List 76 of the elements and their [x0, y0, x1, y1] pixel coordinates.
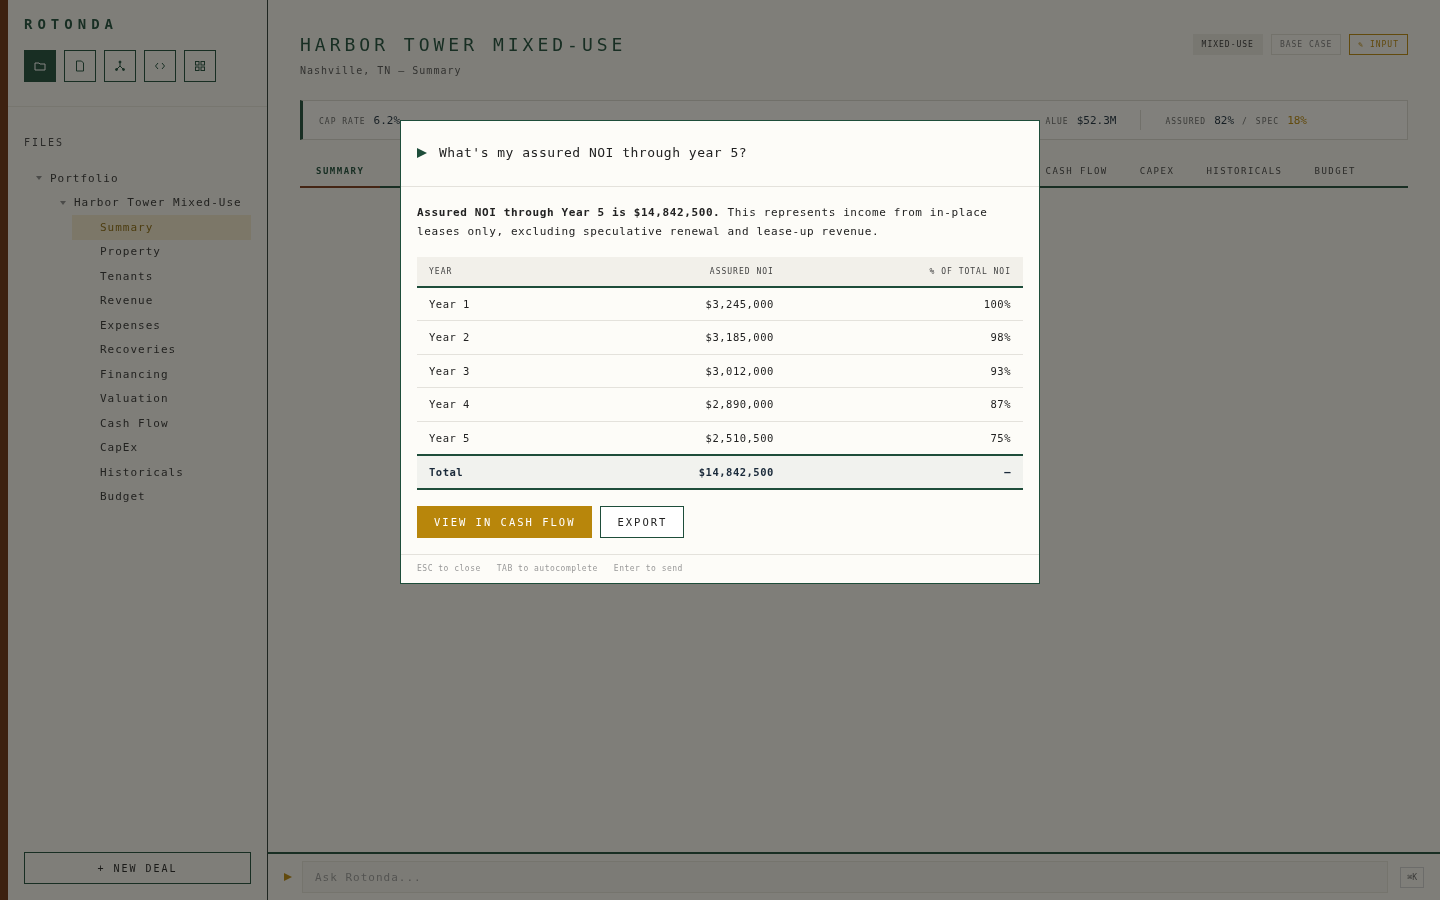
tree-item[interactable]: Tenants	[72, 264, 251, 289]
metric-label: SPEC	[1255, 116, 1280, 126]
keyboard-hint: TAB to autocomplete	[496, 563, 598, 573]
code-icon	[154, 60, 166, 72]
tree-item[interactable]: Property	[72, 239, 251, 264]
metric-label: ASSURED	[1165, 116, 1207, 126]
shortcut-key: ⌘K	[1400, 866, 1424, 888]
page-title: HARBOR TOWER MIXED-USE	[300, 34, 627, 55]
tree-item[interactable]: Valuation	[72, 386, 251, 411]
tree-item[interactable]: Budget	[72, 484, 251, 509]
metric-label: ALUE	[1045, 116, 1069, 126]
table-cell: Year 1	[417, 287, 564, 321]
folder-icon	[34, 60, 46, 72]
table-cell: $3,185,000	[563, 320, 786, 354]
tab[interactable]: BUDGET	[1298, 158, 1372, 188]
tree-item[interactable]: Revenue	[72, 288, 251, 313]
table-cell: $2,890,000	[563, 387, 786, 421]
caret-icon[interactable]	[60, 199, 66, 206]
section-heading: FILES	[24, 137, 66, 148]
tab[interactable]: HISTORICALS	[1190, 158, 1299, 188]
table-cell: Year 3	[417, 354, 564, 388]
metric-label: CAP RATE	[319, 116, 366, 126]
question-text: What's my assured NOI through year 5?	[439, 145, 748, 160]
tree-item[interactable]: Recoveries	[72, 337, 251, 362]
total-cell: $14,842,500	[563, 454, 786, 489]
metric-value: 18%	[1287, 113, 1307, 127]
caret-icon[interactable]	[36, 175, 42, 182]
tree-item[interactable]: CapEx	[72, 435, 251, 460]
total-cell: —	[785, 454, 1023, 489]
keyboard-hint: Enter to send	[613, 563, 683, 573]
export-button[interactable]: EXPORT	[600, 505, 685, 538]
toolbar-button[interactable]	[24, 50, 56, 82]
table-cell: Year 2	[417, 320, 564, 354]
table-cell: Year 4	[417, 387, 564, 421]
toolbar-button[interactable]	[184, 50, 216, 82]
file-icon	[74, 60, 86, 72]
column-header: % OF TOTAL NOI	[785, 257, 1023, 287]
view-cash-flow-button[interactable]: VIEW IN CASH FLOW	[417, 505, 593, 538]
play-icon	[284, 873, 292, 881]
tab[interactable]: CAPEX	[1123, 158, 1191, 188]
table-cell: $3,245,000	[563, 287, 786, 321]
toolbar-button[interactable]	[64, 50, 96, 82]
play-icon	[417, 147, 427, 158]
tree-item[interactable]: Historicals	[72, 460, 251, 485]
input-mode-button[interactable]: ✎ INPUT	[1349, 34, 1408, 55]
tree-item[interactable]: Expenses	[72, 313, 251, 338]
table-cell: 93%	[785, 354, 1023, 388]
tree-item[interactable]: Summary	[72, 215, 251, 240]
tab[interactable]: CASH FLOW	[1029, 158, 1124, 188]
column-header: ASSURED NOI	[563, 257, 786, 287]
status-tag: BASE CASE	[1270, 34, 1342, 55]
table-cell: 100%	[785, 287, 1023, 321]
column-header: YEAR	[417, 257, 564, 287]
new-deal-button[interactable]: + NEW DEAL	[24, 852, 251, 884]
status-tag: MIXED-USE	[1192, 34, 1263, 55]
tree-item[interactable]: Harbor Tower Mixed-Use	[74, 196, 242, 210]
metric-value: 6.2%	[373, 113, 401, 127]
toolbar-button[interactable]	[144, 50, 176, 82]
table-cell: 87%	[785, 387, 1023, 421]
page-subtitle: Nashville, TN — Summary	[300, 65, 463, 76]
tree-item[interactable]: Portfolio	[50, 171, 119, 185]
tree-item[interactable]: Cash Flow	[72, 411, 251, 436]
total-cell: Total	[417, 454, 564, 489]
grid-icon	[194, 60, 206, 72]
metric-value: $52.3M	[1076, 113, 1117, 127]
keyboard-hint: ESC to close	[417, 563, 481, 573]
separator-text: /	[1242, 116, 1248, 126]
brand-logo: ROTONDA	[24, 16, 119, 32]
answer-text: Assured NOI through Year 5 is $14,842,500. This represents income from in-place leases only, excluding speculative renewal and lease-up revenue.	[417, 205, 989, 240]
toolbar-button[interactable]	[104, 50, 136, 82]
tab[interactable]: SUMMARY	[300, 158, 381, 188]
tree-item[interactable]: Financing	[72, 362, 251, 387]
nodes-icon	[114, 60, 126, 72]
table-cell: 98%	[785, 320, 1023, 354]
metric-value: 82%	[1214, 113, 1235, 127]
table-cell: $3,012,000	[563, 354, 786, 388]
